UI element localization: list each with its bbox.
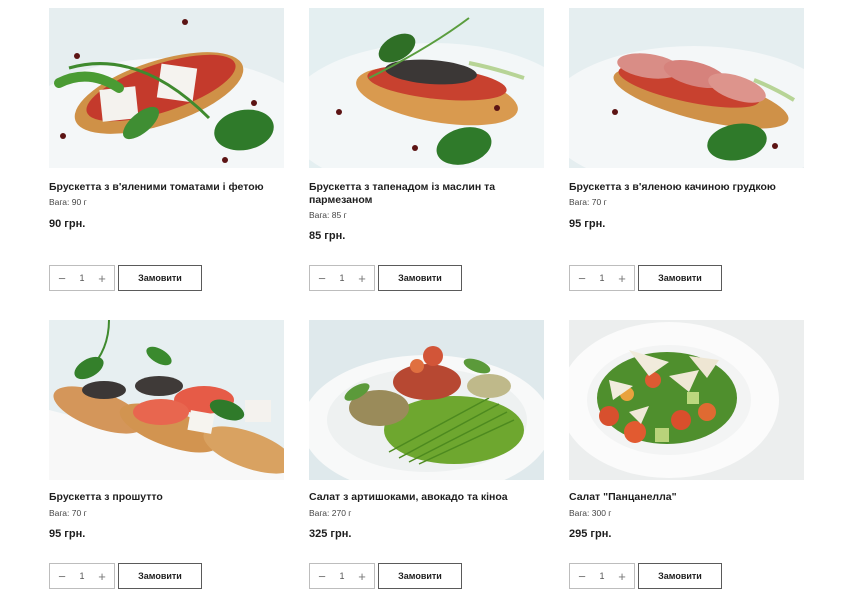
quantity-stepper: − 1 + xyxy=(49,563,115,589)
panzanella-salad-photo[interactable] xyxy=(569,320,804,480)
quantity-stepper: − 1 + xyxy=(569,563,635,589)
order-button[interactable]: Замовити xyxy=(378,563,462,589)
product-weight: Вага: 85 г xyxy=(309,210,347,220)
product-weight: Вага: 70 г xyxy=(49,508,87,518)
product-card: Брускетта з прошутто Вага: 70 г 95 грн. … xyxy=(49,320,284,589)
minus-icon[interactable]: − xyxy=(55,271,69,285)
order-button[interactable]: Замовити xyxy=(638,563,722,589)
plus-icon[interactable]: + xyxy=(95,569,109,583)
bruschetta-feta-photo[interactable] xyxy=(49,8,284,168)
product-card: Салат "Панцанелла" Вага: 300 г 295 грн. … xyxy=(569,320,804,589)
quantity-value[interactable]: 1 xyxy=(73,273,91,283)
product-card: Салат з артишоками, авокадо та кіноа Ваг… xyxy=(309,320,544,589)
plus-icon[interactable]: + xyxy=(355,271,369,285)
quantity-stepper: − 1 + xyxy=(309,563,375,589)
quantity-value[interactable]: 1 xyxy=(333,273,351,283)
bruschetta-tapenade-photo[interactable] xyxy=(309,8,544,168)
quantity-value[interactable]: 1 xyxy=(593,571,611,581)
quantity-value[interactable]: 1 xyxy=(593,273,611,283)
product-price: 95 грн. xyxy=(569,218,606,230)
quantity-stepper: − 1 + xyxy=(309,265,375,291)
product-card: Брускетта з тапенадом із маслин та парме… xyxy=(309,8,544,291)
minus-icon[interactable]: − xyxy=(315,271,329,285)
order-controls: − 1 + Замовити xyxy=(49,265,284,291)
order-controls: − 1 + Замовити xyxy=(569,563,804,589)
minus-icon[interactable]: − xyxy=(315,569,329,583)
order-controls: − 1 + Замовити xyxy=(49,563,284,589)
minus-icon[interactable]: − xyxy=(55,569,69,583)
product-price: 295 грн. xyxy=(569,528,612,540)
product-title[interactable]: Брускетта з тапенадом із маслин та парме… xyxy=(309,181,544,207)
quantity-stepper: − 1 + xyxy=(569,265,635,291)
order-button[interactable]: Замовити xyxy=(118,563,202,589)
product-card: Брускетта з в'яленими томатами і фетою В… xyxy=(49,8,284,291)
order-controls: − 1 + Замовити xyxy=(309,265,544,291)
product-grid: Брускетта з в'яленими томатами і фетою В… xyxy=(0,0,851,600)
plus-icon[interactable]: + xyxy=(355,569,369,583)
product-title[interactable]: Салат з артишоками, авокадо та кіноа xyxy=(309,491,544,504)
quantity-value[interactable]: 1 xyxy=(333,571,351,581)
product-price: 95 грн. xyxy=(49,528,86,540)
product-price: 90 грн. xyxy=(49,218,86,230)
avocado-salad-photo[interactable] xyxy=(309,320,544,480)
product-title[interactable]: Брускетта з прошутто xyxy=(49,491,284,504)
product-weight: Вага: 70 г xyxy=(569,197,607,207)
order-controls: − 1 + Замовити xyxy=(309,563,544,589)
product-title[interactable]: Салат "Панцанелла" xyxy=(569,491,804,504)
plus-icon[interactable]: + xyxy=(615,569,629,583)
product-card: Брускетта з в'яленою качиною грудкою Ваг… xyxy=(569,8,804,291)
product-title[interactable]: Брускетта з в'яленою качиною грудкою xyxy=(569,181,804,194)
order-button[interactable]: Замовити xyxy=(638,265,722,291)
quantity-stepper: − 1 + xyxy=(49,265,115,291)
quantity-value[interactable]: 1 xyxy=(73,571,91,581)
plus-icon[interactable]: + xyxy=(95,271,109,285)
bruschetta-duck-photo[interactable] xyxy=(569,8,804,168)
product-weight: Вага: 270 г xyxy=(309,508,352,518)
minus-icon[interactable]: − xyxy=(575,569,589,583)
plus-icon[interactable]: + xyxy=(615,271,629,285)
order-button[interactable]: Замовити xyxy=(378,265,462,291)
product-weight: Вага: 90 г xyxy=(49,197,87,207)
order-button[interactable]: Замовити xyxy=(118,265,202,291)
minus-icon[interactable]: − xyxy=(575,271,589,285)
product-price: 325 грн. xyxy=(309,528,352,540)
product-price: 85 грн. xyxy=(309,230,346,242)
product-title[interactable]: Брускетта з в'яленими томатами і фетою xyxy=(49,181,284,194)
bruschetta-prosciutto-photo[interactable] xyxy=(49,320,284,480)
product-weight: Вага: 300 г xyxy=(569,508,612,518)
order-controls: − 1 + Замовити xyxy=(569,265,804,291)
